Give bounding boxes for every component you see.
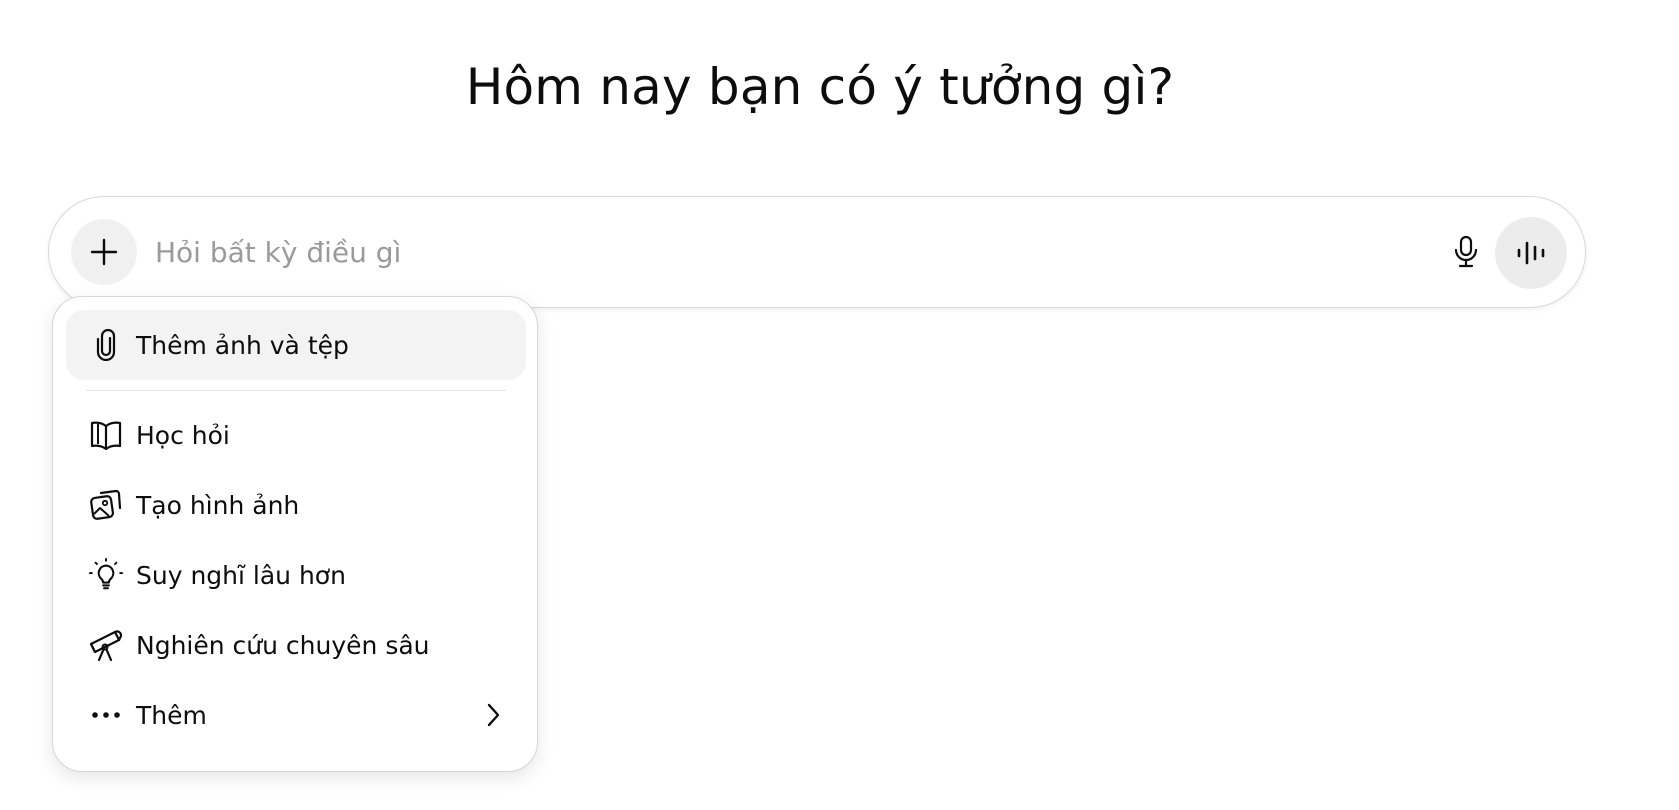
- voice-waveform-icon: [1515, 239, 1547, 267]
- voice-mode-button[interactable]: [1495, 217, 1567, 289]
- microphone-icon: [1451, 235, 1481, 269]
- menu-item-add-files[interactable]: Thêm ảnh và tệp: [66, 310, 526, 380]
- image-stack-icon: [88, 487, 124, 523]
- menu-divider: [86, 390, 506, 391]
- prompt-input[interactable]: [155, 227, 1415, 277]
- menu-item-label: Thêm ảnh và tệp: [136, 330, 349, 360]
- ellipsis-icon: [88, 697, 124, 733]
- telescope-icon: [88, 627, 124, 663]
- microphone-button[interactable]: [1441, 227, 1491, 277]
- menu-item-create-image[interactable]: Tạo hình ảnh: [66, 470, 526, 540]
- add-button[interactable]: [71, 219, 137, 285]
- menu-item-deep-research[interactable]: Nghiên cứu chuyên sâu: [66, 610, 526, 680]
- menu-item-learn[interactable]: Học hỏi: [66, 400, 526, 470]
- attach-menu: Thêm ảnh và tệp Học hỏi Tạo hình ảnh Suy…: [52, 296, 538, 772]
- lightbulb-icon: [88, 557, 124, 593]
- menu-item-more[interactable]: Thêm: [66, 680, 526, 750]
- page-heading: Hôm nay bạn có ý tưởng gì?: [465, 58, 1175, 116]
- menu-item-think-longer[interactable]: Suy nghĩ lâu hơn: [66, 540, 526, 610]
- paperclip-icon: [88, 327, 124, 363]
- page: Hôm nay bạn có ý tưởng gì? Hỏi bất kỳ đi…: [0, 0, 1679, 810]
- menu-item-label: Học hỏi: [136, 420, 230, 450]
- menu-item-label: Suy nghĩ lâu hơn: [136, 560, 346, 590]
- chevron-right-icon: [478, 700, 508, 730]
- plus-icon: [89, 237, 119, 267]
- menu-item-label: Tạo hình ảnh: [136, 490, 300, 520]
- menu-item-label: Nghiên cứu chuyên sâu: [136, 630, 430, 660]
- prompt-composer: [48, 196, 1586, 308]
- open-book-icon: [88, 417, 124, 453]
- menu-item-label: Thêm: [136, 700, 207, 730]
